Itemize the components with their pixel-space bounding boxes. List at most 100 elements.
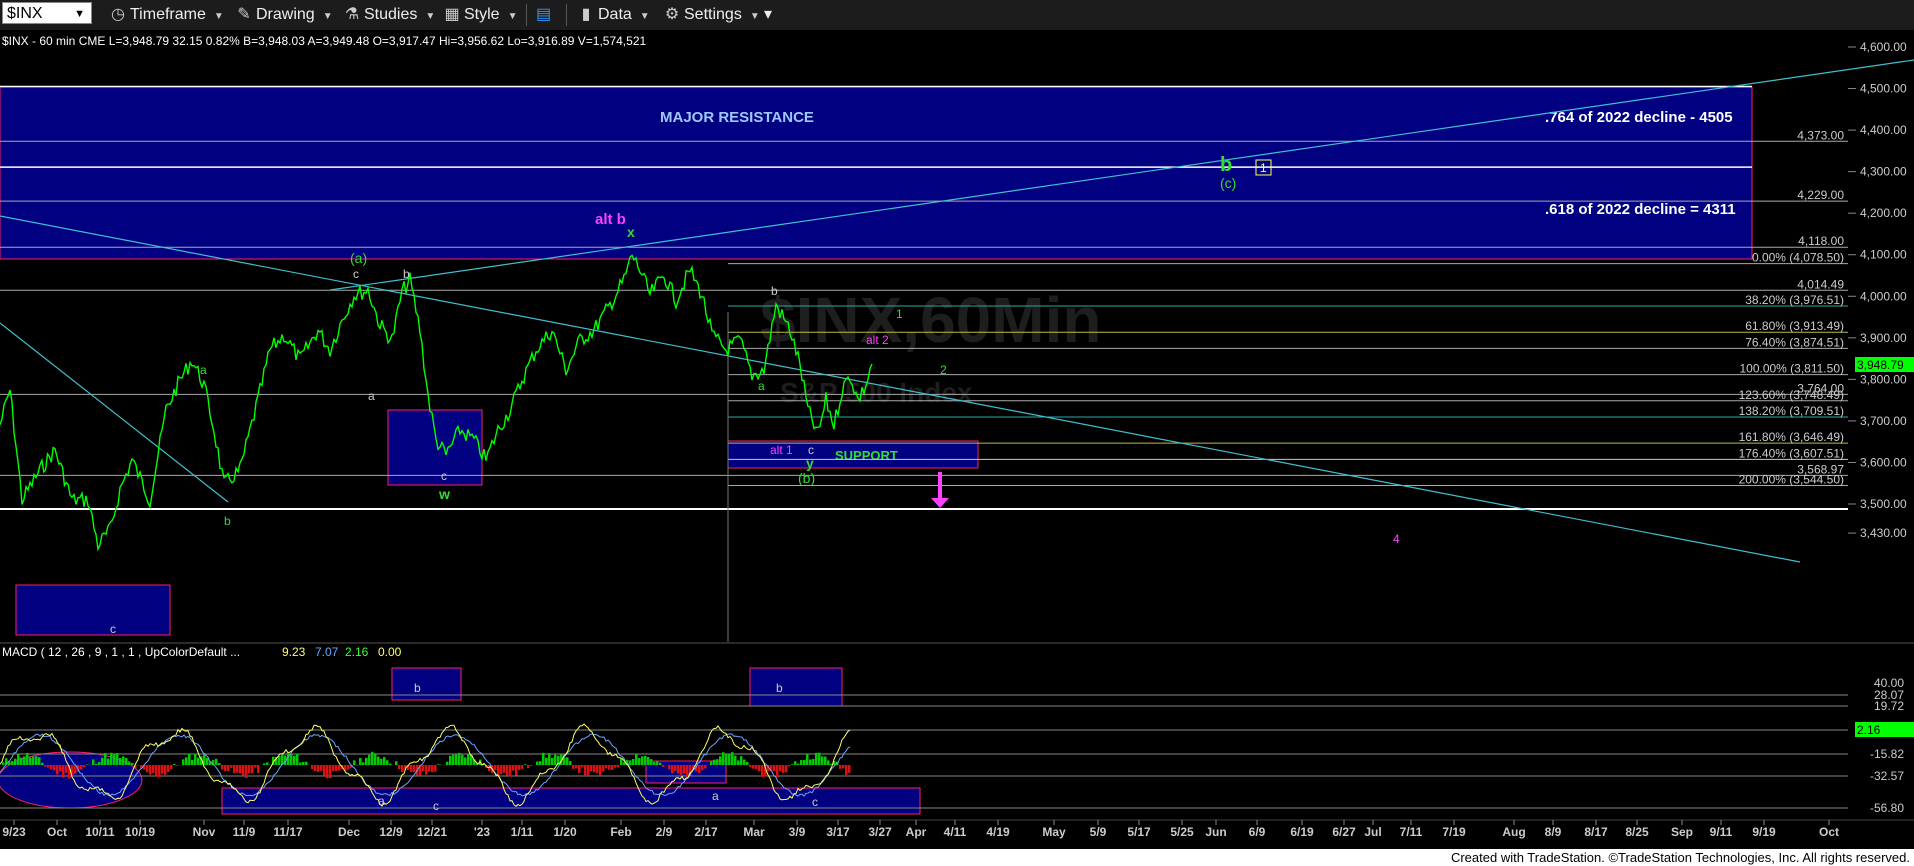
price-tick-label: 4,400.00 bbox=[1860, 123, 1907, 137]
level-label: 138.20% (3,709.51) bbox=[1739, 404, 1844, 418]
macd-label-a: a bbox=[378, 794, 385, 808]
macd-tick-label: -15.82 bbox=[1870, 747, 1904, 761]
wave-label-alt-1: alt 1 bbox=[770, 443, 793, 457]
time-tick-label: 8/17 bbox=[1584, 825, 1608, 839]
time-tick-label: 11/9 bbox=[233, 825, 256, 839]
macd-bar bbox=[806, 754, 809, 765]
macd-bar bbox=[530, 765, 533, 767]
time-tick-label: 6/9 bbox=[1249, 825, 1266, 839]
time-tick-label: 3/17 bbox=[826, 825, 850, 839]
time-tick-label: 5/25 bbox=[1170, 825, 1194, 839]
price-tick-label: 3,700.00 bbox=[1860, 414, 1907, 428]
macd-bar bbox=[161, 765, 164, 774]
data-menu[interactable]: ▮ Data ▼ bbox=[578, 4, 650, 26]
macd-bar bbox=[527, 765, 530, 769]
macd-bar bbox=[587, 765, 590, 776]
macd-bar bbox=[329, 765, 332, 779]
gear-icon: ⚙ bbox=[664, 6, 680, 23]
time-tick-label: '23 bbox=[474, 825, 491, 839]
macd-bar bbox=[194, 753, 197, 765]
macd-bar bbox=[401, 765, 404, 773]
macd-bar bbox=[725, 754, 728, 765]
macd-bar bbox=[467, 753, 470, 765]
macd-bar bbox=[647, 757, 650, 765]
macd-bar bbox=[779, 765, 782, 772]
drawing-menu[interactable]: ✎ Drawing ▼ bbox=[236, 4, 332, 26]
price-tick-label: 3,900.00 bbox=[1860, 331, 1907, 345]
macd-bar bbox=[680, 765, 683, 775]
wave-label-2: 2 bbox=[940, 363, 947, 377]
time-tick-label: 10/11 bbox=[85, 825, 115, 839]
price-tick-label: 3,500.00 bbox=[1860, 497, 1907, 511]
time-tick-label: 4/11 bbox=[944, 825, 967, 839]
macd-bar bbox=[422, 765, 425, 772]
macd-bar bbox=[713, 759, 716, 765]
macd-bar bbox=[605, 765, 608, 769]
macd-bar bbox=[446, 761, 449, 765]
macd-bar bbox=[545, 757, 548, 765]
macd-bar bbox=[827, 760, 830, 765]
watermark-name: S&P 500 Index bbox=[780, 377, 973, 408]
macd-tick-label: 2.16 bbox=[1857, 723, 1881, 737]
macd-bar bbox=[581, 765, 584, 768]
macd-bar bbox=[188, 753, 191, 765]
macd-bar bbox=[425, 765, 428, 775]
macd-bar bbox=[512, 765, 515, 771]
price-tick-label: 3,600.00 bbox=[1860, 455, 1907, 469]
macd-bar bbox=[191, 759, 194, 765]
macd-bar bbox=[227, 765, 230, 772]
wave-label-alt-b: alt b bbox=[595, 211, 626, 228]
macd-bar bbox=[146, 765, 149, 773]
macd-bar bbox=[128, 761, 131, 765]
macd-bar bbox=[23, 756, 26, 765]
wave-label-y: y bbox=[806, 455, 814, 471]
macd-bar bbox=[248, 765, 251, 774]
macd-bar bbox=[752, 765, 755, 769]
october-low-box bbox=[15, 584, 171, 636]
level-label: 100.00% (3,811.50) bbox=[1739, 362, 1844, 376]
macd-bar bbox=[230, 765, 233, 768]
style-menu[interactable]: ▦ Style ▼ bbox=[444, 4, 517, 26]
macd-bar bbox=[629, 760, 632, 765]
copyright-text: Created with TradeStation. ©TradeStation… bbox=[1450, 850, 1910, 865]
macd-bar bbox=[614, 765, 617, 768]
macd-bar bbox=[683, 765, 686, 774]
macd-bar bbox=[509, 765, 512, 777]
timeframe-menu[interactable]: ◷ Timeframe ▼ bbox=[110, 4, 224, 26]
macd-tick-label: -32.57 bbox=[1870, 769, 1904, 783]
macd-value-2: 7.07 bbox=[315, 645, 339, 659]
macd-bar bbox=[185, 757, 188, 765]
macd-bar bbox=[95, 763, 98, 765]
settings-menu[interactable]: ⚙ Settings ▼ bbox=[664, 4, 760, 26]
macd-bar bbox=[599, 765, 602, 776]
time-tick-label: 5/17 bbox=[1127, 825, 1151, 839]
macd-bar bbox=[677, 765, 680, 774]
panels-icon[interactable]: ▤ bbox=[536, 4, 551, 26]
macd-bar bbox=[335, 765, 338, 772]
macd-bar bbox=[434, 765, 437, 772]
macd-bar bbox=[656, 761, 659, 765]
symbol-selector[interactable]: $INX ▼ bbox=[2, 2, 92, 24]
macd-bar bbox=[617, 765, 620, 768]
fib-764-label: .764 of 2022 decline - 4505 bbox=[1545, 109, 1733, 126]
macd-bar bbox=[650, 759, 653, 765]
level-label: 161.80% (3,646.49) bbox=[1739, 430, 1844, 444]
time-tick-label: 2/9 bbox=[656, 825, 673, 839]
more-icon[interactable]: ▾ bbox=[764, 4, 772, 26]
wave-label-x: x bbox=[627, 224, 635, 240]
macd-bar bbox=[293, 755, 296, 765]
macd-bar bbox=[536, 761, 539, 765]
macd-bar bbox=[602, 765, 605, 772]
studies-menu[interactable]: ⚗ Studies ▼ bbox=[344, 4, 435, 26]
chart-area[interactable]: $INX - 60 min CME L=3,948.79 32.15 0.82%… bbox=[0, 30, 1914, 849]
macd-bar bbox=[347, 765, 350, 770]
macd-bar bbox=[497, 765, 500, 776]
macd-bar bbox=[35, 756, 38, 765]
major-resistance-zone bbox=[0, 86, 1753, 260]
macd-bar bbox=[686, 765, 689, 778]
macd-bar bbox=[671, 765, 674, 774]
macd-bar bbox=[848, 765, 851, 773]
macd-bar bbox=[116, 753, 119, 765]
price-tick-label: 4,300.00 bbox=[1860, 165, 1907, 179]
macd-bar bbox=[740, 756, 743, 765]
